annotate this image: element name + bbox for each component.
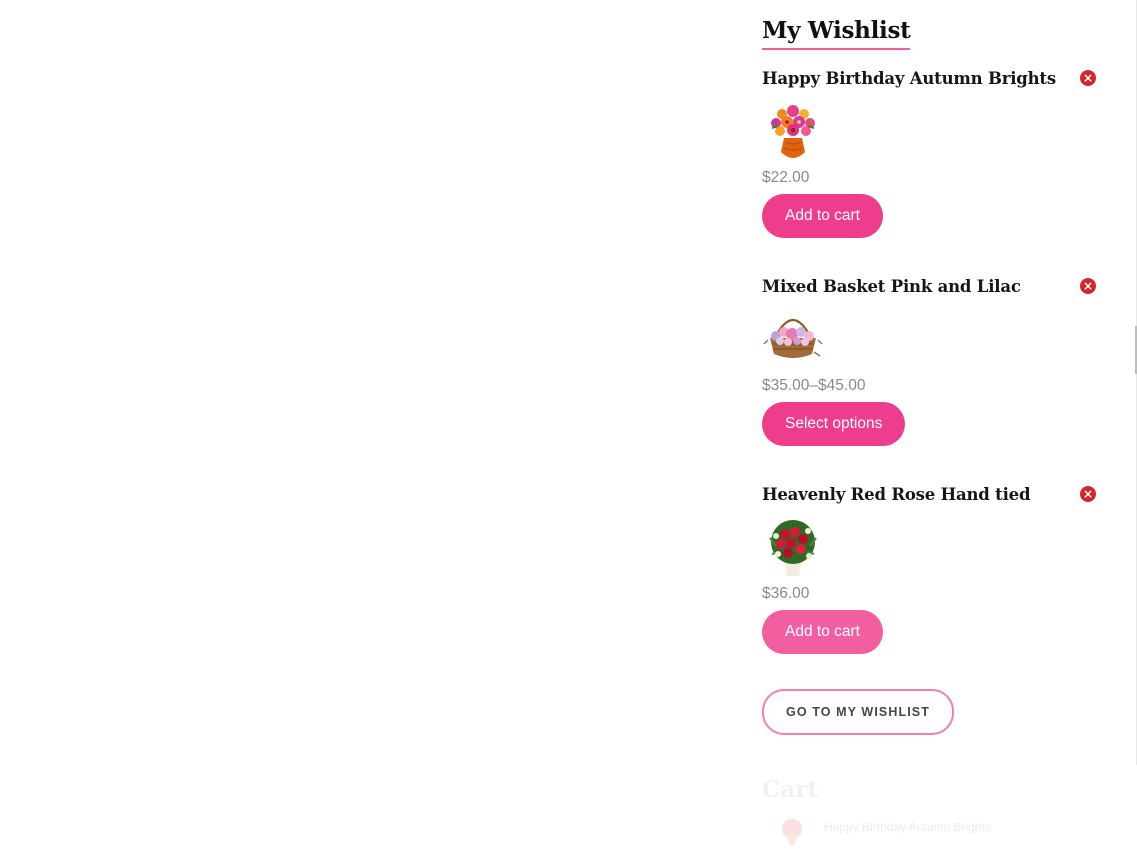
remove-circle-icon[interactable]: × [1080,70,1096,86]
cart-title: Cart [762,776,818,803]
page: My Wishlist Happy Birthday Autumn Bright… [0,0,1137,858]
wishlist-item-price: $36.00 [762,585,810,602]
autumn-bouquet-thumbnail[interactable] [762,100,824,162]
pink-lilac-basket-thumbnail[interactable] [762,308,824,370]
wishlist-item: Mixed Basket Pink and Lilac × $35.00–$45… [762,276,1102,446]
select-options-button[interactable]: Select options [762,402,906,446]
wishlist-item-name[interactable]: Heavenly Red Rose Hand tied [762,484,1102,506]
add-to-cart-button[interactable]: Add to cart [762,194,883,238]
go-to-wishlist-button[interactable]: GO TO MY WISHLIST [762,689,954,735]
add-to-cart-button[interactable]: Add to cart [762,610,883,654]
wishlist-item-name[interactable]: Happy Birthday Autumn Brights [762,68,1102,90]
remove-circle-icon[interactable]: × [1080,278,1096,294]
wishlist-title: My Wishlist [762,14,911,50]
cart-item: Happy Birthday Autumn Brights [762,817,1102,847]
wishlist-item-price: $22.00 [762,169,810,186]
red-rose-bouquet-thumbnail[interactable] [762,516,824,578]
cart-item-thumbnail[interactable] [777,817,807,847]
cart-item-name[interactable]: Happy Birthday Autumn Brights [824,820,991,834]
wishlist-item-price: $35.00–$45.00 [762,377,866,394]
wishlist-item: Heavenly Red Rose Hand tied × $36.00 Add… [762,484,1102,654]
remove-circle-icon[interactable]: × [1080,486,1096,502]
wishlist-widget: My Wishlist Happy Birthday Autumn Bright… [762,14,1102,847]
wishlist-item: Happy Birthday Autumn Brights × $22.00 A… [762,68,1102,238]
wishlist-item-name[interactable]: Mixed Basket Pink and Lilac [762,276,1102,298]
